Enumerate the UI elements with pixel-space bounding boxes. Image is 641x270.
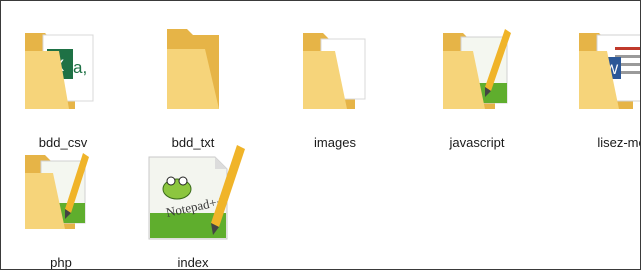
svg-text:a,: a, (73, 58, 87, 77)
folder-icon (269, 21, 401, 121)
folder-bdd-csv[interactable]: X a, bdd_csv (1, 21, 129, 150)
folder-icon (127, 21, 259, 121)
item-label: images (314, 135, 356, 150)
folder-bdd-txt[interactable]: bdd_txt (127, 21, 259, 150)
folder-icon: X a, (1, 21, 129, 121)
file-index[interactable]: Notepad++ index (127, 141, 259, 269)
folder-images[interactable]: images (269, 21, 401, 150)
item-label: php (50, 255, 72, 270)
item-label: lisez-moi (597, 135, 640, 150)
folder-icon: W (557, 21, 640, 121)
item-label: index (177, 255, 209, 270)
notepad-plus-plus-icon: Notepad++ (127, 141, 259, 241)
folder-lisez-moi[interactable]: W lisez-moi (557, 21, 640, 150)
folder-javascript[interactable]: javascript (411, 21, 543, 150)
folder-icon (1, 141, 127, 241)
file-explorer-view: X a, bdd_csv bdd_txt images (0, 0, 641, 270)
folder-icon (411, 21, 543, 121)
item-label: javascript (449, 135, 505, 150)
folder-php[interactable]: php (1, 141, 127, 269)
